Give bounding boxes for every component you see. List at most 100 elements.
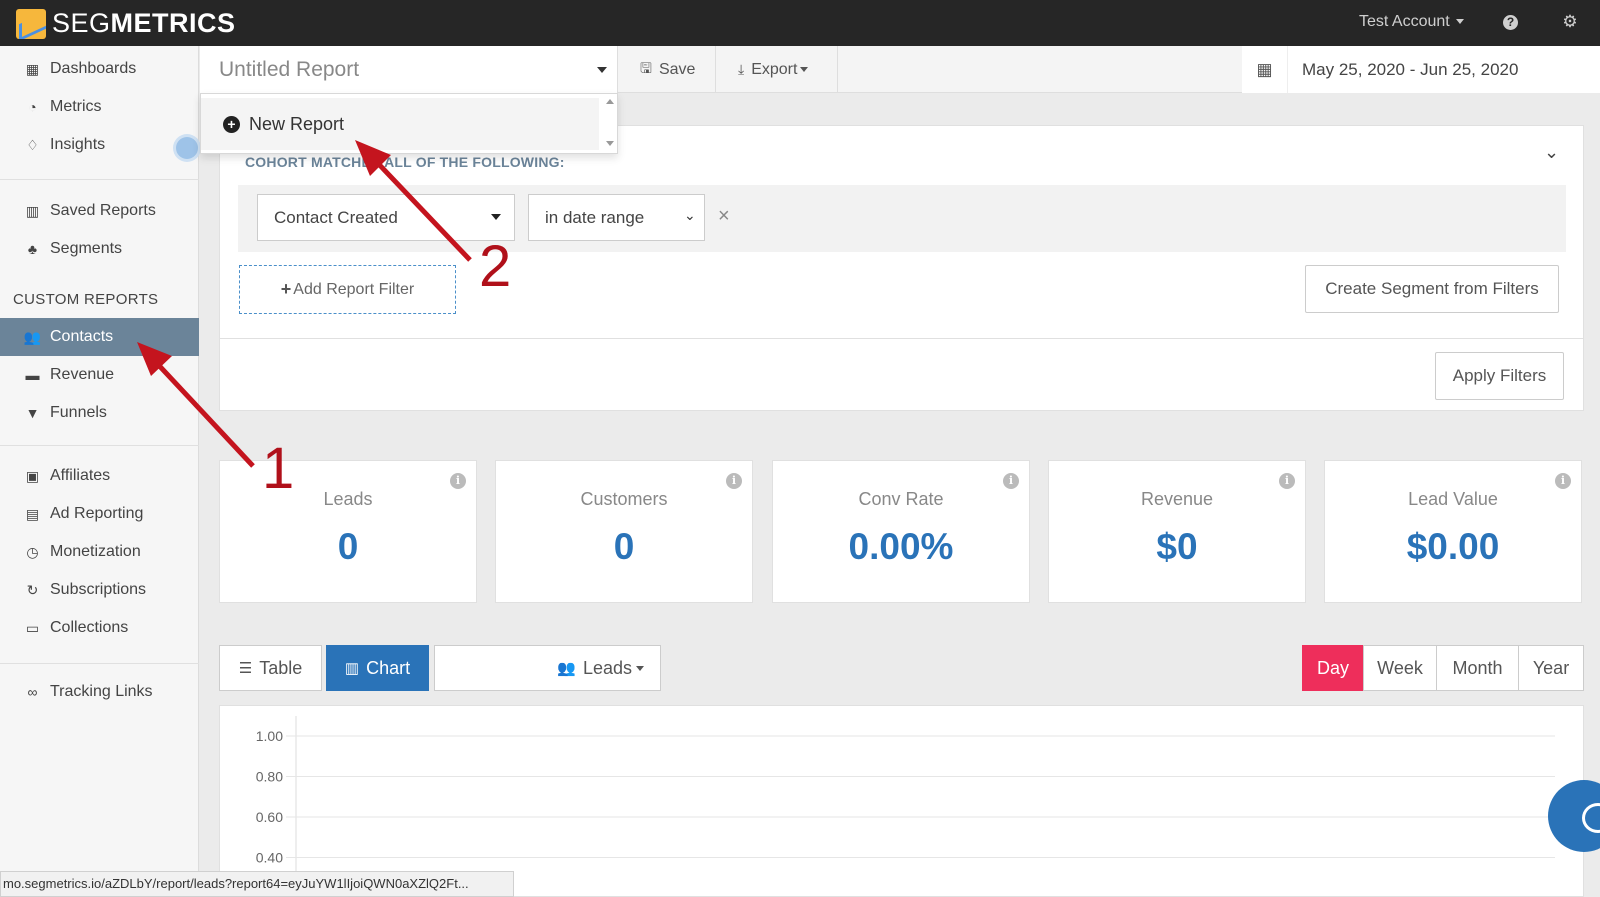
- users-icon: 👥: [557, 660, 576, 677]
- info-icon[interactable]: i: [450, 473, 466, 489]
- annotation-number-2: 2: [479, 234, 512, 299]
- y-tick-label: 0.40: [256, 850, 283, 866]
- segmetrics-logo[interactable]: SEGMETRICS: [16, 8, 236, 39]
- table-view-label: Table: [259, 657, 303, 678]
- sidebar-item-label: Revenue: [50, 366, 115, 383]
- info-icon[interactable]: i: [1003, 473, 1019, 489]
- sidebar-item-label: Contacts: [50, 328, 114, 345]
- period-year-button[interactable]: Year: [1518, 645, 1584, 691]
- new-report-menu-item[interactable]: + New Report: [201, 98, 599, 150]
- bar-chart-icon: ▥: [344, 660, 360, 677]
- report-title: Untitled Report: [219, 57, 360, 81]
- create-segment-button[interactable]: Create Segment from Filters: [1305, 265, 1559, 313]
- stat-card-customers: Customers 0 i: [495, 460, 753, 603]
- period-label: Day: [1316, 657, 1349, 678]
- stat-label: Revenue: [1140, 489, 1214, 509]
- gear-icon[interactable]: ⚙: [1561, 13, 1579, 31]
- caret-down-icon: [491, 214, 501, 220]
- stat-value: 0: [337, 526, 359, 567]
- sidebar-item-metrics[interactable]: ◔ Metrics: [0, 88, 199, 126]
- link-icon: ∞: [27, 684, 38, 700]
- sidebar-item-insights[interactable]: ♢ Insights: [0, 126, 199, 164]
- status-bar-url: mo.segmetrics.io/aZDLbY/report/leads?rep…: [0, 871, 514, 897]
- sidebar-item-monetization[interactable]: ◷ Monetization: [0, 533, 199, 571]
- sidebar-item-label: Affiliates: [50, 467, 111, 484]
- sidebar-item-segments[interactable]: ♣ Segments: [0, 230, 199, 268]
- date-range-picker[interactable]: ▦ May 25, 2020 - Jun 25, 2020: [1242, 46, 1600, 93]
- stat-card-conv-rate: Conv Rate 0.00% i: [772, 460, 1030, 603]
- sidebar-item-label: Insights: [50, 136, 106, 153]
- sitemap-icon: ♣: [27, 241, 38, 257]
- info-icon[interactable]: i: [1279, 473, 1295, 489]
- money-icon: ▬: [25, 367, 40, 383]
- period-label: Year: [1532, 657, 1570, 678]
- sidebar-item-label: Saved Reports: [50, 202, 156, 219]
- money-bill-icon: ▭: [25, 619, 40, 636]
- filter-field-value: Contact Created: [274, 207, 398, 227]
- sidebar-item-label: Funnels: [50, 404, 107, 421]
- chart-view-button[interactable]: ▥ Chart: [326, 645, 429, 691]
- sidebar-item-affiliates[interactable]: ▣ Affiliates: [0, 457, 199, 495]
- loading-spinner: [176, 137, 198, 159]
- custom-reports-heading: CUSTOM REPORTS: [13, 291, 159, 308]
- account-menu[interactable]: Test Account: [1359, 13, 1464, 31]
- period-week-button[interactable]: Week: [1363, 645, 1437, 691]
- sidebar-item-funnels[interactable]: ▼ Funnels: [0, 394, 199, 432]
- list-icon: ☰: [238, 660, 253, 677]
- panel-divider: [220, 338, 1583, 339]
- table-view-button[interactable]: ☰ Table: [219, 645, 322, 691]
- filter-operator-select[interactable]: in date range ⌄: [528, 194, 705, 241]
- period-day-button[interactable]: Day: [1302, 645, 1364, 691]
- bar-chart-icon: ▥: [25, 202, 40, 219]
- logo-text-light: SEG: [52, 8, 111, 38]
- plus-icon: +: [280, 279, 292, 299]
- period-label: Week: [1377, 657, 1423, 678]
- scroll-down-icon[interactable]: [606, 141, 614, 146]
- plus-circle-icon: +: [223, 115, 240, 133]
- filter-icon: ▼: [25, 405, 40, 421]
- sidebar-item-subscriptions[interactable]: ↻ Subscriptions: [0, 571, 199, 609]
- question-circle-icon[interactable]: ?: [1503, 15, 1518, 30]
- users-icon: 👥: [23, 328, 42, 345]
- sidebar-item-ad-reporting[interactable]: ▤ Ad Reporting: [0, 495, 199, 533]
- period-month-button[interactable]: Month: [1436, 645, 1519, 691]
- add-report-filter-button[interactable]: + Add Report Filter: [239, 265, 456, 314]
- report-toolbar: Untitled Report 🖫 Save ⤓ Export ▦ May 25, …: [200, 46, 1600, 93]
- caret-down-icon: [636, 665, 644, 671]
- export-label: Export: [751, 60, 798, 78]
- filter-row: Contact Created in date range ⌄ ×: [238, 185, 1566, 252]
- logo-text: SEGMETRICS: [52, 8, 236, 39]
- sidebar-item-label: Monetization: [50, 543, 141, 560]
- export-button[interactable]: ⤓ Export: [717, 46, 838, 93]
- sidebar-item-contacts[interactable]: 👥 Contacts: [0, 318, 199, 356]
- sidebar-item-saved-reports[interactable]: ▥ Saved Reports: [0, 192, 199, 230]
- stat-label: Lead Value: [1408, 489, 1498, 509]
- create-segment-label: Create Segment from Filters: [1325, 279, 1539, 298]
- filter-field-select[interactable]: Contact Created: [257, 194, 515, 241]
- info-icon[interactable]: i: [1555, 473, 1571, 489]
- id-card-icon: ▣: [25, 467, 40, 484]
- remove-filter-icon[interactable]: ×: [718, 205, 730, 228]
- apply-filters-button[interactable]: Apply Filters: [1435, 352, 1564, 400]
- scroll-up-icon[interactable]: [606, 99, 614, 104]
- floppy-disk-icon: 🖫: [640, 59, 652, 76]
- stat-label: Conv Rate: [858, 489, 944, 509]
- save-label: Save: [658, 60, 696, 78]
- sidebar-item-tracking-links[interactable]: ∞ Tracking Links: [0, 673, 199, 711]
- sidebar-item-dashboards[interactable]: ▦ Dashboards: [0, 50, 199, 88]
- sidebar-item-label: Collections: [50, 619, 129, 636]
- report-select[interactable]: Untitled Report: [200, 46, 618, 93]
- sidebar-item-revenue[interactable]: ▬ Revenue: [0, 356, 199, 394]
- download-icon: ⤓: [738, 61, 745, 77]
- filter-operator-value: in date range: [545, 207, 645, 227]
- sidebar-item-collections[interactable]: ▭ Collections: [0, 609, 199, 647]
- lightbulb-icon: ♢: [26, 136, 39, 153]
- metric-select[interactable]: 👥 Leads: [434, 645, 661, 691]
- info-icon[interactable]: i: [726, 473, 742, 489]
- save-button[interactable]: 🖫 Save: [619, 46, 716, 93]
- logo-chart-icon: [16, 8, 46, 39]
- stat-value: $0: [1156, 526, 1198, 567]
- stat-label: Customers: [580, 489, 668, 509]
- add-filter-label: Add Report Filter: [293, 280, 415, 298]
- chevron-down-icon[interactable]: ⌄: [1544, 142, 1559, 163]
